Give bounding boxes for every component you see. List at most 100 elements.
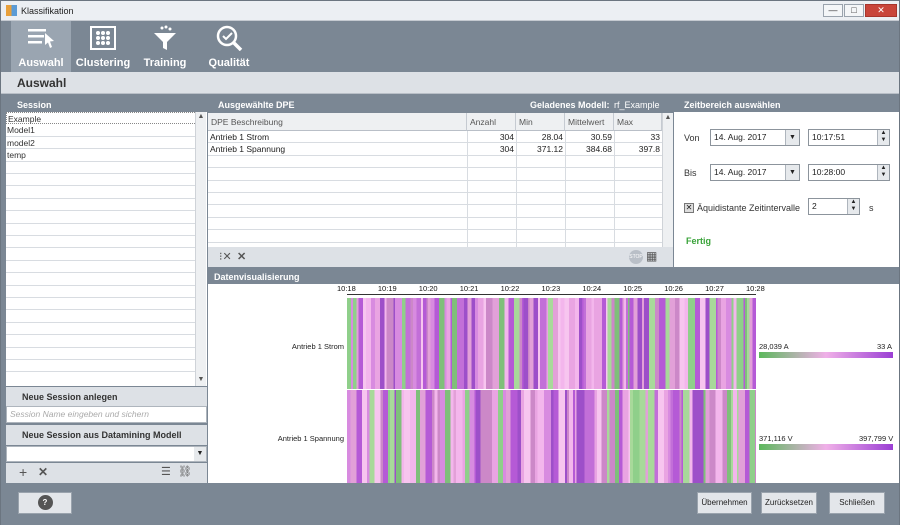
section-title: Auswahl — [17, 76, 67, 90]
table-cell: 33 — [650, 132, 660, 142]
chevron-down-icon[interactable]: ▼ — [785, 130, 799, 145]
tab-clustering[interactable]: Clustering — [73, 21, 133, 72]
tab-training[interactable]: Training — [135, 21, 195, 72]
apply-button[interactable]: Übernehmen — [697, 492, 752, 514]
chevron-down-icon[interactable]: ▼ — [785, 165, 799, 180]
table-row[interactable] — [208, 181, 662, 193]
table-row[interactable] — [208, 218, 662, 231]
list-view-icon[interactable]: ☰ — [161, 465, 171, 478]
list-item[interactable] — [6, 162, 199, 174]
section-header: Auswahl — [1, 72, 899, 94]
column-header[interactable]: DPE Beschreibung — [208, 113, 467, 131]
list-item[interactable] — [6, 323, 199, 336]
add-icon[interactable]: + — [19, 464, 27, 480]
dpe-scrollbar[interactable]: ▲ — [662, 113, 673, 247]
list-item[interactable]: temp — [6, 149, 199, 162]
chevron-down-icon[interactable]: ▼ — [194, 447, 206, 461]
list-item[interactable] — [6, 298, 199, 311]
stop-icon[interactable]: STOP — [629, 250, 643, 264]
equidistant-checkbox[interactable]: ✕ — [684, 203, 694, 213]
session-actions: + ✕ ☰ ⛓ — [6, 463, 207, 483]
table-row[interactable] — [208, 156, 662, 169]
status-text: Fertig — [686, 236, 712, 246]
list-item[interactable] — [6, 273, 199, 286]
signal-label: Antrieb 1 Strom — [291, 342, 344, 351]
session-name-input[interactable]: Session Name eingeben und sichern — [6, 406, 207, 423]
column-header[interactable]: Mittelwert — [565, 113, 614, 131]
scroll-up-icon[interactable]: ▲ — [663, 113, 673, 123]
loaded-model-value: rf_Example — [614, 100, 660, 110]
table-row[interactable] — [208, 193, 662, 206]
maximize-button[interactable]: □ — [844, 4, 864, 17]
table-row[interactable] — [208, 205, 662, 218]
list-item[interactable]: Model1 — [6, 124, 199, 137]
model-select[interactable]: ▼ — [6, 446, 207, 462]
tick-label: 10:28 — [746, 284, 765, 293]
table-row[interactable] — [208, 230, 662, 243]
tab-qualitaet[interactable]: Qualität — [199, 21, 259, 72]
remove-selected-icon[interactable]: ⁝✕ — [219, 250, 232, 263]
session-header: Session — [1, 95, 206, 113]
list-item[interactable]: Example — [6, 112, 199, 125]
data-visualization: 10:18 10:19 10:20 10:21 10:22 10:23 10:24 10:25… — [208, 284, 899, 483]
to-date-picker[interactable]: 14. Aug. 2017 ▼ — [710, 164, 800, 181]
minimize-button[interactable]: — — [823, 4, 843, 17]
to-time-input[interactable]: 10:28:00 ▲ ▼ — [808, 164, 890, 181]
table-cell: 397.8 — [638, 144, 660, 155]
scroll-up-icon[interactable]: ▲ — [196, 112, 206, 122]
dpe-header-label: Ausgewählte DPE — [218, 100, 295, 110]
dpe-header: Ausgewählte DPE Geladenes Modell: rf_Exa… — [208, 95, 673, 113]
filter-icon — [154, 25, 176, 50]
tick-label: 10:22 — [500, 284, 520, 293]
column-header[interactable]: Min — [516, 113, 565, 131]
close-window-button[interactable]: ✕ — [865, 4, 897, 17]
list-item[interactable] — [6, 348, 199, 360]
close-button[interactable]: Schließen — [829, 492, 885, 514]
tree-view-icon[interactable]: ⛓ — [178, 465, 192, 478]
magnifier-check-icon — [216, 25, 243, 51]
table-row[interactable]: Antrieb 1 Spannung 304 371.12 384.68 397.8 — [208, 143, 662, 156]
delete-icon[interactable]: ✕ — [237, 250, 246, 263]
reset-button[interactable]: Zurücksetzen — [761, 492, 817, 514]
list-item[interactable] — [6, 310, 199, 323]
list-item[interactable] — [6, 224, 199, 236]
column-header[interactable]: Anzahl — [467, 113, 516, 131]
list-item[interactable] — [6, 199, 199, 212]
interval-input[interactable]: 2 ▲ ▼ — [808, 198, 860, 215]
legend-max: 33 A — [877, 342, 893, 351]
dpe-table[interactable]: DPE Beschreibung Anzahl Min Mittelwert M… — [208, 113, 662, 247]
spinner-icon[interactable]: ▲ ▼ — [847, 199, 859, 214]
list-item[interactable] — [6, 211, 199, 224]
list-item[interactable] — [6, 286, 199, 298]
to-time-value: 10:28:00 — [812, 167, 846, 177]
from-time-input[interactable]: 10:17:51 ▲ ▼ — [808, 129, 890, 146]
list-item[interactable]: model2 — [6, 137, 199, 150]
from-date-picker[interactable]: 14. Aug. 2017 ▼ — [710, 129, 800, 146]
list-item[interactable] — [6, 186, 199, 199]
session-scrollbar[interactable]: ▲ ▼ — [195, 112, 206, 386]
table-export-icon[interactable]: ▦ — [646, 249, 657, 263]
table-row[interactable] — [208, 168, 662, 181]
tick-label: 10:24 — [582, 284, 602, 293]
list-item[interactable] — [6, 261, 199, 274]
session-name-placeholder: Session Name eingeben und sichern — [10, 409, 149, 419]
list-item[interactable] — [6, 248, 199, 261]
tab-auswahl[interactable]: Auswahl — [11, 21, 71, 72]
list-item[interactable] — [6, 360, 199, 373]
help-icon: ? — [37, 495, 53, 510]
legend-min: 371,116 V — [759, 434, 793, 443]
column-header[interactable]: Max — [614, 113, 662, 131]
spinner-icon[interactable]: ▲ ▼ — [877, 130, 889, 145]
legend-max: 397,799 V — [859, 434, 894, 443]
help-button[interactable]: ? — [18, 492, 72, 514]
table-row[interactable]: Antrieb 1 Strom 304 28.04 30.59 33 — [208, 131, 662, 144]
spinner-icon[interactable]: ▲ ▼ — [877, 165, 889, 180]
list-item[interactable] — [6, 174, 199, 187]
window-title: Klassifikation — [21, 6, 74, 16]
list-item[interactable] — [6, 236, 199, 249]
table-cell: 28.04 — [541, 132, 563, 142]
session-list[interactable]: Example Model1 model2 temp ▲ ▼ — [6, 112, 207, 386]
scroll-down-icon[interactable]: ▼ — [196, 375, 206, 385]
delete-icon[interactable]: ✕ — [38, 465, 48, 479]
list-item[interactable] — [6, 335, 199, 348]
